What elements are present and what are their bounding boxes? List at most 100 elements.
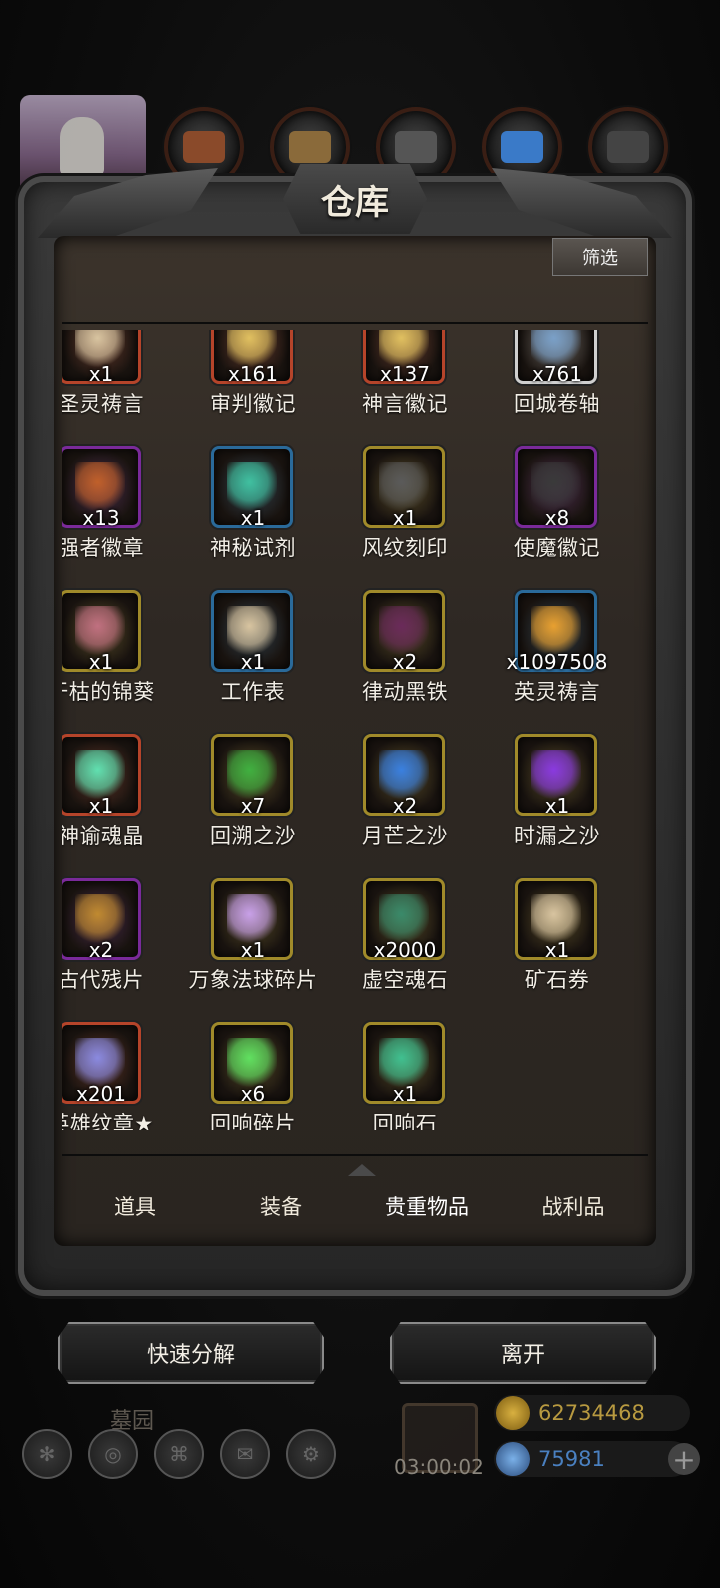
item-cell[interactable]: x2 月芒之沙 xyxy=(328,734,482,854)
item-quantity: x201 xyxy=(75,1082,126,1106)
title-plate: 仓库 xyxy=(283,164,427,234)
item-cell[interactable]: x1 神秘试剂 xyxy=(176,446,330,566)
item-cell[interactable]: x1 风纹刻印 xyxy=(328,446,482,566)
item-name: 回响石 xyxy=(372,1112,438,1130)
item-cell[interactable]: x2 古代残片 xyxy=(62,878,178,998)
gold-display: 62734468 xyxy=(494,1395,690,1431)
right-wing-ornament xyxy=(492,168,672,238)
item-cell[interactable]: x2 律动黑铁 xyxy=(328,590,482,710)
item-icon xyxy=(531,894,581,944)
compass-icon[interactable]: ◎ xyxy=(88,1429,138,1479)
item-name: 工作表 xyxy=(220,680,286,704)
item-cell[interactable]: x8 使魔徽记 xyxy=(480,446,634,566)
item-name: 审判徽记 xyxy=(210,392,296,416)
item-quantity: x1 xyxy=(88,362,114,386)
item-cell[interactable]: x1 神谕魂晶 xyxy=(62,734,178,854)
item-icon xyxy=(227,606,277,656)
item-icon xyxy=(227,1038,277,1088)
tab-indicator-arrow xyxy=(348,1164,376,1176)
tab-loot[interactable]: 战利品 xyxy=(500,1176,646,1236)
item-name: 使魔徽记 xyxy=(514,536,600,560)
wood-icon-glyph xyxy=(289,131,331,163)
item-cell[interactable]: x1干枯的锦葵 xyxy=(62,590,178,710)
item-name: 万象法球碎片 xyxy=(188,968,318,992)
item-icon xyxy=(379,606,429,656)
item-icon xyxy=(379,750,429,800)
item-icon xyxy=(531,750,581,800)
item-cell[interactable]: x1 圣灵祷言 xyxy=(62,330,178,422)
item-quantity: x1 xyxy=(544,794,570,818)
item-quantity: x161 xyxy=(227,362,278,386)
item-quantity: x1 xyxy=(88,794,114,818)
filter-button[interactable]: 筛选 xyxy=(552,238,648,276)
settings-icon[interactable]: ✻ xyxy=(22,1429,72,1479)
item-quantity: x137 xyxy=(379,362,430,386)
stone-icon-glyph xyxy=(395,131,437,163)
item-grid[interactable]: x1 圣灵祷言 x161 审判徽记 x137 神言徽记 x761 回城卷轴 x13 强者徽章 x1 神… xyxy=(62,330,648,1130)
gift-timer: 03:00:02 xyxy=(394,1455,484,1479)
item-icon xyxy=(75,894,125,944)
bottom-hud: 墓园 ✻ ◎ ⌘ ✉ ⚙ 03:00:02 62734468 75981 + xyxy=(0,1395,720,1588)
crystal-icon-glyph xyxy=(501,131,543,163)
item-name: 律动黑铁 xyxy=(362,680,448,704)
item-name: 神言徽记 xyxy=(362,392,448,416)
quick-decompose-button[interactable]: 快速分解 xyxy=(58,1322,324,1384)
item-name: 回城卷轴 xyxy=(514,392,600,416)
iron-icon-glyph xyxy=(607,131,649,163)
iron-icon[interactable] xyxy=(588,107,668,187)
item-icon xyxy=(379,462,429,512)
gold-value: 62734468 xyxy=(538,1401,645,1425)
item-cell[interactable]: x1 回响石 xyxy=(328,1022,482,1130)
tab-equipment[interactable]: 装备 xyxy=(208,1176,354,1236)
bottom-divider xyxy=(62,1154,648,1156)
item-cell[interactable]: x1 工作表 xyxy=(176,590,330,710)
tab-valuables[interactable]: 贵重物品 xyxy=(354,1176,500,1236)
guild-icon[interactable]: ⌘ xyxy=(154,1429,204,1479)
leave-button[interactable]: 离开 xyxy=(390,1322,656,1384)
item-cell[interactable]: x1 万象法球碎片 xyxy=(176,878,330,998)
item-cell[interactable]: x137 神言徽记 xyxy=(328,330,482,422)
item-cell[interactable]: x2000 虚空魂石 xyxy=(328,878,482,998)
item-icon xyxy=(227,894,277,944)
gem-value: 75981 xyxy=(538,1447,605,1471)
item-name: 虚空魂石 xyxy=(362,968,448,992)
horse-icon xyxy=(60,117,104,177)
item-quantity: x8 xyxy=(544,506,570,530)
item-quantity: x1 xyxy=(544,938,570,962)
item-cell[interactable]: x201英雄纹章★ xyxy=(62,1022,178,1130)
item-quantity: x2000 xyxy=(373,938,437,962)
item-name: 神秘试剂 xyxy=(210,536,296,560)
item-icon xyxy=(75,1038,125,1088)
item-quantity: x1097508 xyxy=(506,650,608,674)
item-icon xyxy=(379,1038,429,1088)
item-quantity: x1 xyxy=(240,938,266,962)
gear-icon[interactable]: ⚙ xyxy=(286,1429,336,1479)
item-name: 矿石券 xyxy=(524,968,590,992)
top-divider xyxy=(62,322,648,324)
item-quantity: x1 xyxy=(392,1082,418,1106)
item-quantity: x2 xyxy=(392,794,418,818)
item-cell[interactable]: x7 回溯之沙 xyxy=(176,734,330,854)
item-name: 回溯之沙 xyxy=(210,824,296,848)
item-quantity: x761 xyxy=(531,362,582,386)
item-cell[interactable]: x1 矿石券 xyxy=(480,878,634,998)
item-cell[interactable]: x1 时漏之沙 xyxy=(480,734,634,854)
item-quantity: x1 xyxy=(240,506,266,530)
gold-coin-icon xyxy=(496,1396,530,1430)
add-currency-button[interactable]: + xyxy=(668,1443,700,1476)
item-name: 月芒之沙 xyxy=(362,824,448,848)
item-quantity: x2 xyxy=(88,938,114,962)
tab-items[interactable]: 道具 xyxy=(62,1176,208,1236)
item-quantity: x6 xyxy=(240,1082,266,1106)
item-quantity: x1 xyxy=(88,650,114,674)
gem-icon xyxy=(496,1442,530,1476)
item-cell[interactable]: x1097508 英灵祷言 xyxy=(480,590,634,710)
item-quantity: x13 xyxy=(82,506,120,530)
item-cell[interactable]: x761 回城卷轴 xyxy=(480,330,634,422)
mail-icon[interactable]: ✉ xyxy=(220,1429,270,1479)
item-icon xyxy=(531,462,581,512)
item-cell[interactable]: x161 审判徽记 xyxy=(176,330,330,422)
item-cell[interactable]: x13 强者徽章 xyxy=(62,446,178,566)
item-cell[interactable]: x6 回响碎片 xyxy=(176,1022,330,1130)
item-name: 风纹刻印 xyxy=(362,536,448,560)
